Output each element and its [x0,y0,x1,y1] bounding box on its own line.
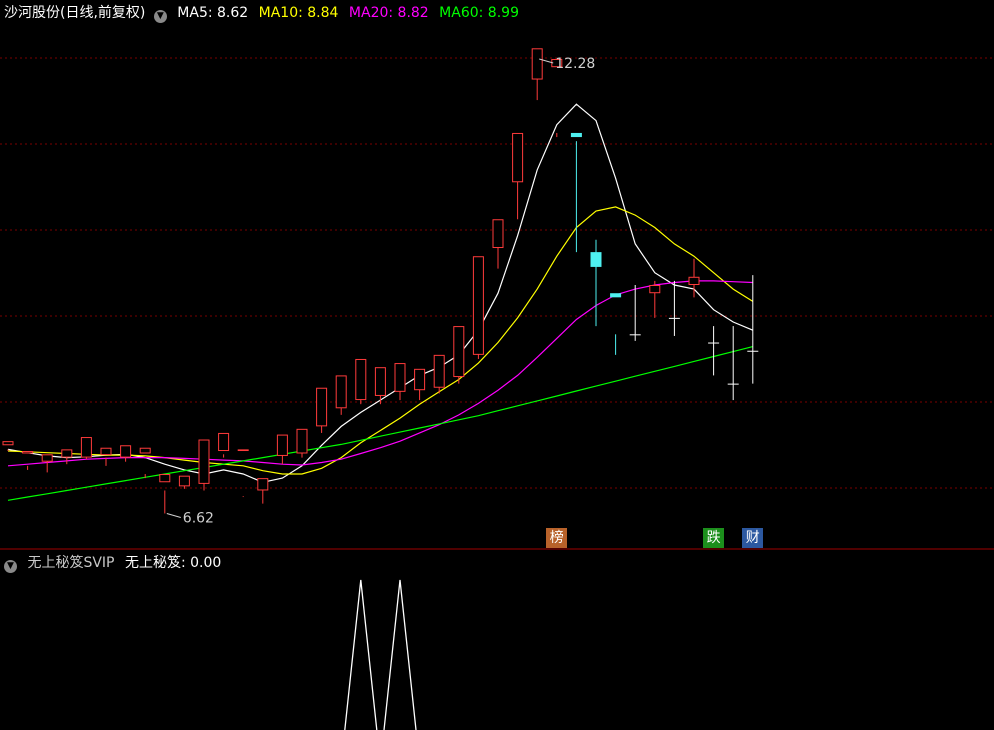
indicator-spike [383,579,417,730]
ma10-label: MA10: 8.84 [258,5,339,21]
candle-up [257,478,269,491]
low-pointer [166,513,181,518]
candle-up [2,441,14,446]
candle-up [218,432,230,452]
candle-up [316,387,328,427]
indicator-name: 无上秘笈SVIP [27,555,115,571]
kline-chart[interactable]: 12.28 6.62 [0,0,994,730]
candle-up [139,447,151,454]
candle-up [80,437,92,458]
candle-up [178,475,190,487]
main-chart-header: 沙河股份(日线,前复权) ▼ MA5: 8.62 MA10: 8.84 MA20… [4,4,525,23]
candle-up [453,326,465,378]
candle-up [41,454,53,462]
event-badge-die[interactable]: 跌 [703,528,725,548]
candle-down [727,383,739,385]
candle-up [374,367,386,396]
candle-up [198,439,210,484]
candle-up [237,449,249,452]
candle-down [629,334,641,336]
candle-down [668,317,680,319]
candle-up [649,285,661,294]
candle-up [394,363,406,392]
candle-up [472,256,484,355]
candle-down [747,350,759,352]
ma5-label: MA5: 8.62 [177,5,249,21]
candle-up [492,219,504,249]
event-badge-bang[interactable]: 榜 [546,528,568,548]
ma60-label: MA60: 8.99 [439,5,519,21]
candle-up [120,445,132,458]
indicator-value: 无上秘笈: 0.00 [124,555,222,571]
stock-title: 沙河股份(日线,前复权) [4,5,146,21]
indicator-spike [344,579,378,730]
candle-up [100,447,112,456]
candle-down [590,252,602,267]
candle-up [688,276,700,285]
candle-up [159,474,171,483]
candle-down [708,342,720,344]
event-badge-cai[interactable]: 财 [742,528,764,548]
chevron-down-icon[interactable]: ▼ [4,560,17,573]
candle-up [512,132,524,183]
candle-down [570,132,582,138]
chevron-down-icon[interactable]: ▼ [153,10,167,23]
candle-up [433,354,445,388]
ma20-label: MA20: 8.82 [348,5,429,21]
candle-up [276,434,288,456]
candle-up [355,358,367,401]
low-price-label: 6.62 [183,510,214,526]
ma10-line [7,206,754,475]
candle-up [335,375,347,409]
indicator-header: ▼ 无上秘笈SVIP 无上秘笈: 0.00 [4,554,227,573]
candle-up [414,368,426,391]
candle-up [296,428,308,454]
candle-up [22,451,34,454]
candle-up [531,48,543,80]
high-price-label: 12.28 [555,56,595,72]
candle-up [61,449,73,458]
candle-down [610,293,622,298]
ma5-line [7,103,754,483]
